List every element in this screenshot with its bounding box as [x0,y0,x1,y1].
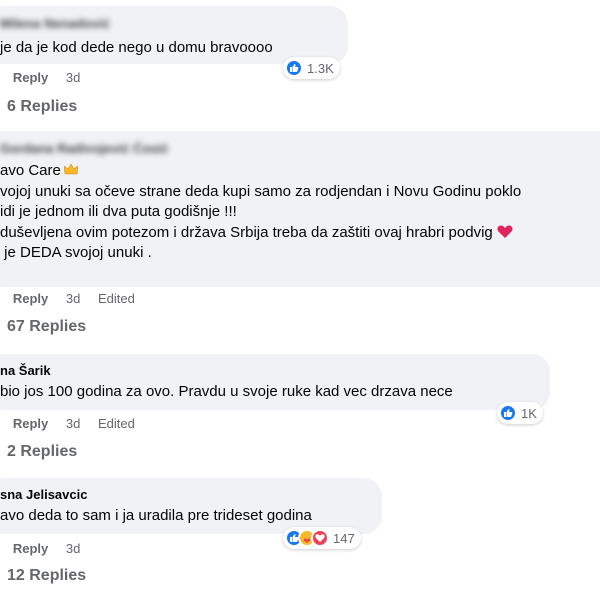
comment-text: avo deda to sam i ja uradila pre tridese… [0,507,312,524]
reply-button[interactable]: Reply [13,70,48,85]
reaction-count: 147 [333,530,355,546]
view-replies-button[interactable]: 6 Replies [7,98,77,116]
comment-author[interactable]: Gordana Radivojević Ćosić [0,141,600,157]
view-replies-button[interactable]: 2 Replies [7,443,77,461]
like-icon [499,404,517,422]
comment-bubble: na Šarik bio jos 100 godina za ovo. Prav… [0,354,550,410]
comment-text: vojoj unuki sa očeve strane deda kupi sa… [0,182,522,200]
comment-actions: e Reply 3d [0,541,94,556]
comment-author[interactable]: sna Jelisavcic [0,487,370,503]
comment-text: avo Care [0,161,600,182]
comment-actions: e Reply 3d [0,70,94,85]
comment-text: idi je jednom ili dva puta godišnje !!! [0,203,237,220]
comment-text: bio jos 100 godina za ovo. Pravdu u svoj… [0,383,453,400]
comment-author[interactable]: na Šarik [0,363,538,379]
comment-timestamp[interactable]: 3d [66,291,80,306]
reply-button[interactable]: Reply [13,416,48,431]
comment-bubble: Milena Nenadović je da je kod dede nego … [0,6,348,64]
comment-actions: e Reply 3d Edited [0,416,149,431]
like-icon [285,59,303,77]
reaction-summary[interactable]: 1.3K [283,57,340,79]
edited-label: Edited [97,416,135,431]
comment-bubble: Gordana Radivojević Ćosić avo Care vojoj… [0,131,600,287]
comment-text: je DEDA svojoj unuki . [0,244,152,261]
love-icon [311,529,329,547]
reaction-summary[interactable]: 147 [283,527,361,549]
comment-timestamp[interactable]: 3d [66,541,80,556]
crown-emoji-icon [63,164,78,175]
comment-timestamp[interactable]: 3d [66,416,80,431]
comment-text: duševljena ovim potezom i država Srbija … [0,223,600,244]
view-replies-button[interactable]: 67 Replies [7,318,86,336]
comment-author[interactable]: Milena Nenadović [0,16,336,32]
reaction-count: 1.3K [307,60,334,76]
heart-emoji-icon [497,225,513,238]
reply-button[interactable]: Reply [13,291,48,306]
comment-timestamp[interactable]: 3d [66,70,80,85]
reaction-summary[interactable]: 1K [497,402,543,424]
comment-bubble: sna Jelisavcic avo deda to sam i ja urad… [0,478,382,534]
reaction-count: 1K [521,405,537,421]
comment-text: je da je kod dede nego u domu bravoooo [0,39,273,56]
edited-label: Edited [97,291,135,306]
reply-button[interactable]: Reply [13,541,48,556]
comment-actions: e Reply 3d Edited [0,291,149,306]
view-replies-button[interactable]: 12 Replies [7,567,86,585]
